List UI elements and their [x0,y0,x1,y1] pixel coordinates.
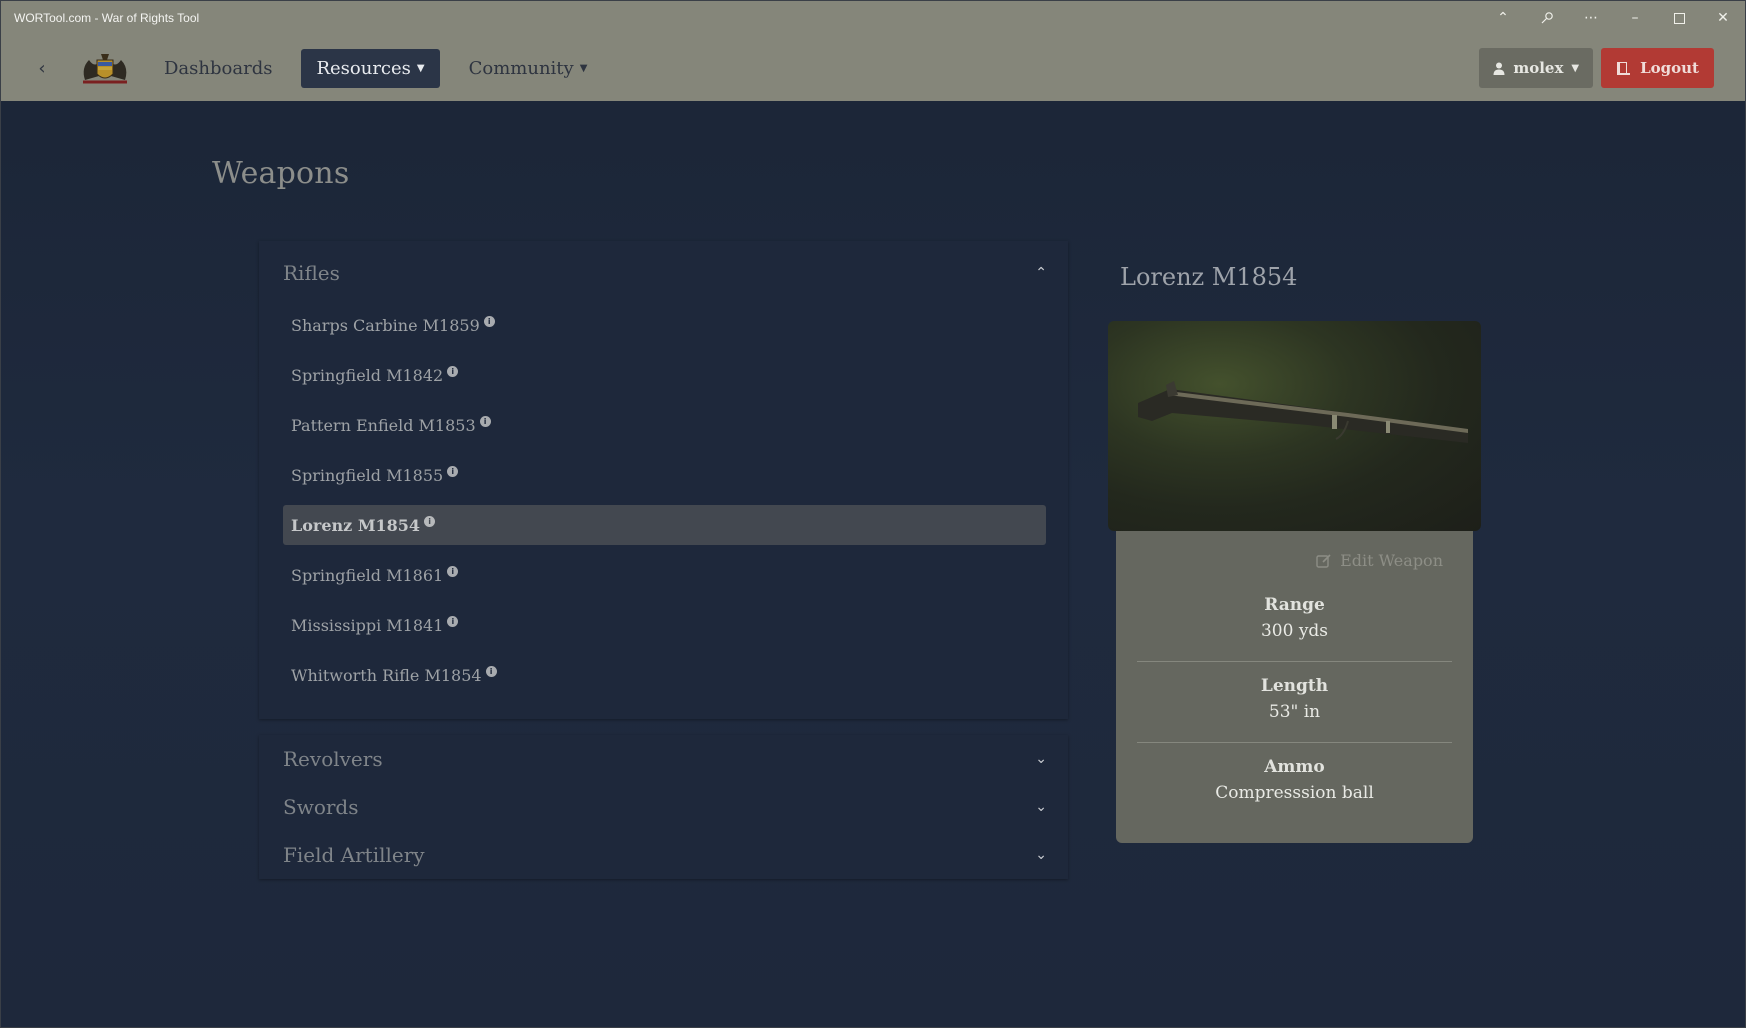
list-item[interactable]: Sharps Carbine M1859 i [283,305,1046,345]
rifles-header-label: Rifles [283,261,340,285]
caret-down-icon: ▼ [416,62,425,74]
revolvers-header[interactable]: Revolvers ⌄ [259,735,1068,783]
info-icon[interactable]: i [447,615,459,627]
stat-value: 53" in [1268,702,1321,722]
edit-weapon-label: Edit Weapon [1340,551,1443,570]
stat-ammo: Ammo Compresssion ball [1137,757,1452,803]
edit-icon [1316,553,1331,568]
list-item[interactable]: Pattern Enfield M1853 i [283,405,1046,445]
swords-header-label: Swords [283,795,359,819]
collapse-toolbar-icon[interactable]: ⌃ [1481,1,1525,35]
caret-down-icon: ▼ [579,62,588,74]
nav-resources-dropdown[interactable]: Resources ▼ [301,48,440,88]
close-icon[interactable]: ✕ [1701,1,1745,35]
logout-button[interactable]: Logout [1601,48,1714,88]
divider [1137,661,1452,662]
weapon-name: Springfield M1842 [291,365,444,385]
user-menu-button[interactable]: molex ▼ [1479,48,1594,88]
nav-user-area: molex ▼ Logout [1479,48,1714,88]
user-icon [1493,62,1505,75]
chevron-down-icon: ⌄ [1035,847,1047,863]
list-item[interactable]: Springfield M1855 i [283,455,1046,495]
weapon-name: Pattern Enfield M1853 [291,415,476,435]
chevron-up-icon: ⌃ [1035,265,1047,281]
door-icon [1617,62,1631,75]
rifles-header[interactable]: Rifles ⌃ [259,241,1068,305]
page-title: Weapons [212,156,350,191]
field-artillery-header[interactable]: Field Artillery ⌄ [259,831,1068,879]
weapon-name: Lorenz M1854 [291,515,421,535]
edit-weapon-link[interactable]: Edit Weapon [1316,551,1443,570]
stat-label: Length [1260,676,1329,696]
collapsed-sections: Revolvers ⌄ Swords ⌄ Field Artillery ⌄ [259,735,1068,879]
list-item[interactable]: Springfield M1861 i [283,555,1046,595]
coat-of-arms-logo[interactable] [75,48,135,88]
back-arrow-icon[interactable]: ‹ [27,53,57,83]
nav-resources-label: Resources [316,57,411,79]
weapon-stats-card: Edit Weapon Range 300 yds Length 53" in … [1116,531,1473,843]
weapon-detail-title: Lorenz M1854 [1120,263,1298,291]
stat-label: Range [1264,595,1325,615]
info-icon[interactable]: i [424,515,436,527]
window-titlebar: WORTool.com - War of Rights Tool ⌃ ⋯ – ✕ [1,1,1745,35]
revolvers-header-label: Revolvers [283,747,383,771]
top-navbar: ‹ Dashboards Resources ▼ Community ▼ mol… [1,35,1745,101]
list-item-selected[interactable]: Lorenz M1854 i [283,505,1046,545]
more-options-icon[interactable]: ⋯ [1569,1,1613,35]
chevron-down-icon: ⌄ [1035,751,1047,767]
nav-community-label: Community [468,57,574,79]
weapon-name: Whitworth Rifle M1854 [291,665,482,685]
chevron-down-icon: ⌄ [1035,799,1047,815]
caret-down-icon: ▼ [1571,62,1580,74]
nav-dashboards[interactable]: Dashboards [149,49,287,88]
info-icon[interactable]: i [485,665,497,677]
list-item[interactable]: Mississippi M1841 i [283,605,1046,645]
nav-dashboards-label: Dashboards [164,57,273,79]
window-title: WORTool.com - War of Rights Tool [14,11,200,25]
field-artillery-header-label: Field Artillery [283,843,425,867]
stat-value: Compresssion ball [1215,783,1374,803]
logout-label: Logout [1640,59,1699,77]
weapons-accordion: Rifles ⌃ Sharps Carbine M1859 i Springfi… [259,241,1068,879]
info-icon[interactable]: i [447,365,459,377]
window-controls: ⌃ ⋯ – ✕ [1481,1,1745,35]
weapon-name: Springfield M1855 [291,465,444,485]
rifles-section: Rifles ⌃ Sharps Carbine M1859 i Springfi… [259,241,1068,719]
info-icon[interactable]: i [479,415,491,427]
info-icon[interactable]: i [447,465,459,477]
weapon-name: Sharps Carbine M1859 [291,315,480,335]
divider [1137,742,1452,743]
user-name-label: molex [1513,59,1564,77]
list-item[interactable]: Springfield M1842 i [283,355,1046,395]
stat-length: Length 53" in [1137,676,1452,722]
app-window: WORTool.com - War of Rights Tool ⌃ ⋯ – ✕… [0,0,1746,1028]
info-icon[interactable]: i [483,315,495,327]
stat-range: Range 300 yds [1137,595,1452,641]
list-item[interactable]: Whitworth Rifle M1854 i [283,655,1046,695]
weapon-name: Mississippi M1841 [291,615,444,635]
info-icon[interactable]: i [447,565,459,577]
weapon-image [1108,321,1481,531]
stat-label: Ammo [1264,757,1325,777]
rifles-list: Sharps Carbine M1859 i Springfield M1842… [259,305,1068,719]
swords-header[interactable]: Swords ⌄ [259,783,1068,831]
pin-icon[interactable] [1525,1,1569,35]
stat-value: 300 yds [1260,621,1329,641]
weapon-name: Springfield M1861 [291,565,444,585]
minimize-icon[interactable]: – [1613,1,1657,35]
nav-community-dropdown[interactable]: Community ▼ [454,49,603,88]
maximize-icon[interactable] [1657,1,1701,35]
